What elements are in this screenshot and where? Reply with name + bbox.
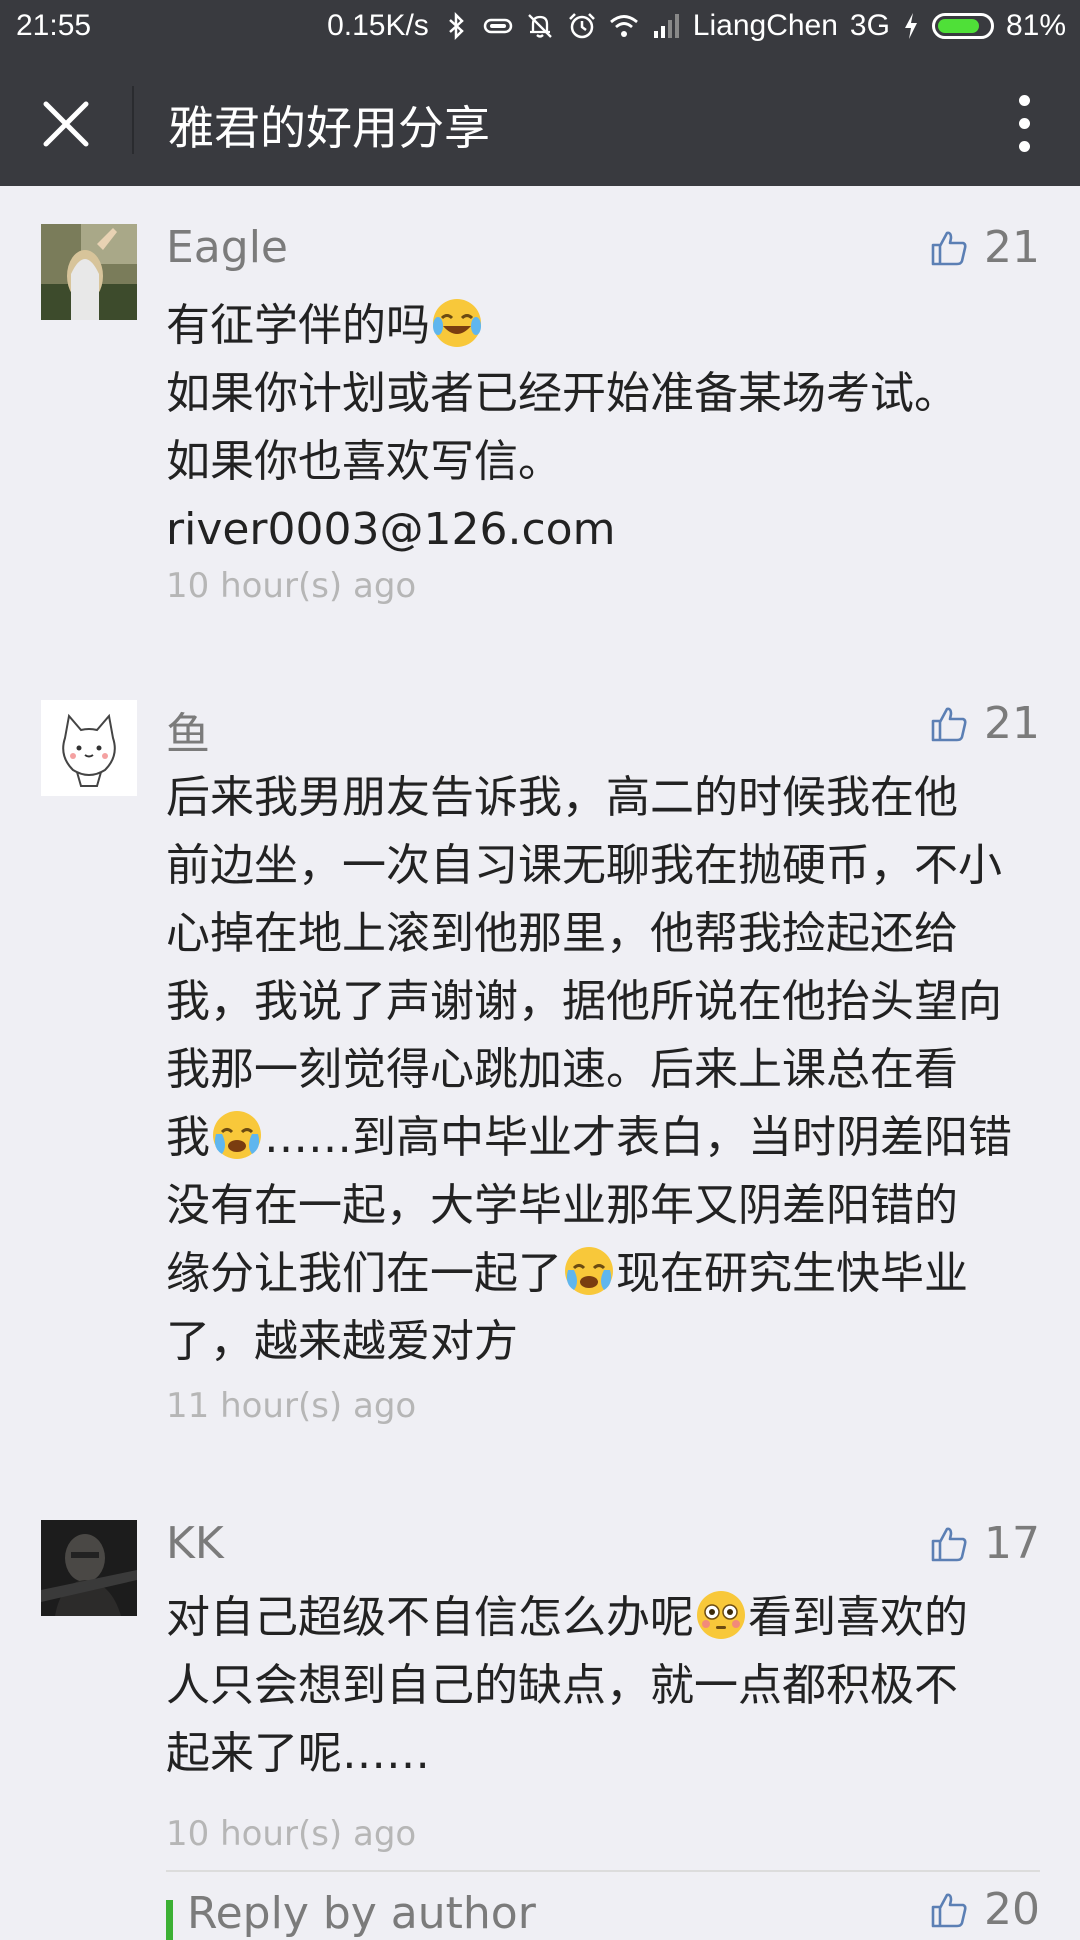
battery-icon [931, 13, 994, 39]
mute-notification-icon [527, 14, 552, 38]
thumbs-up-icon [931, 231, 967, 265]
bluetooth-icon [448, 11, 464, 41]
comment-time: 10 hour(s) ago [166, 1814, 417, 1854]
alarm-icon [568, 13, 595, 39]
avatar[interactable] [41, 224, 137, 320]
comment-line: 如果你计划或者已经开始准备某场考试。 [166, 368, 958, 419]
title-bar: 雅君的好用分享 [0, 54, 1080, 186]
comment-line: 心掉在地上滚到他那里，他帮我捡起还给 [166, 908, 958, 959]
page-title: 雅君的好用分享 [168, 101, 490, 155]
like-button[interactable]: 21 [930, 222, 1040, 273]
thumbs-up-icon [931, 1893, 967, 1927]
comment-line: 了，越来越爱对方 [166, 1316, 518, 1367]
vibrate-icon [483, 18, 513, 34]
like-button[interactable]: 21 [930, 698, 1040, 749]
network-speed: 0.15K/s [327, 9, 429, 42]
like-count: 17 [984, 1518, 1040, 1569]
comment-line: 人只会想到自己的缺点，就一点都积极不 [166, 1660, 958, 1711]
network-type: 3G [849, 9, 890, 42]
status-time: 21:55 [16, 9, 92, 42]
battery-percent: 81% [1005, 9, 1066, 42]
comment-line: 后来我男朋友告诉我，高二的时候我在他 [166, 772, 958, 823]
comment-text: 有征学伴的吗 如果你计划或者已经开始准备某场考试。 如果你也喜欢写信。 rive… [166, 292, 1046, 564]
status-bar: 21:55 0.15K/s LiangChen 3G 81% [0, 0, 1080, 54]
commenter-name: KK [166, 1518, 224, 1569]
comment-text: 后来我男朋友告诉我，高二的时候我在他 前边坐，一次自习课无聊我在抛硬币，不小 心… [166, 764, 1046, 1376]
comment-line: 缘分让我们在一起了 现在研究生快毕业 [166, 1240, 1046, 1308]
close-button[interactable] [36, 94, 96, 154]
comment-line: 对自己超级不自信怎么办呢 看到喜欢的 [166, 1584, 1046, 1652]
status-right: 0.15K/s LiangChen 3G 81% [327, 9, 1066, 43]
wifi-icon [609, 15, 638, 37]
reply-divider [166, 1870, 1040, 1872]
like-count: 21 [984, 698, 1040, 749]
tears-of-joy-emoji-icon [433, 299, 481, 347]
more-options-button[interactable] [1012, 90, 1036, 158]
comment-time: 10 hour(s) ago [166, 566, 417, 606]
avatar[interactable] [41, 700, 137, 796]
comment-line: 如果你也喜欢写信。 [166, 436, 562, 487]
commenter-name: Eagle [166, 222, 288, 273]
crying-face-emoji-icon [213, 1111, 261, 1159]
thumbs-up-icon [931, 707, 967, 741]
comment-line: 我 ……到高中毕业才表白，当时阴差阳错 [166, 1104, 1046, 1172]
signal-icon [653, 14, 679, 38]
thumbs-up-icon [931, 1527, 967, 1561]
flushed-face-emoji-icon [697, 1591, 745, 1639]
reply-accent-bar [166, 1900, 173, 1940]
comment-line: 没有在一起，大学毕业那年又阴差阳错的 [166, 1180, 958, 1231]
comment-line: river0003@126.com [166, 504, 616, 555]
comment-line: 起来了呢…… [166, 1728, 430, 1779]
comment-time: 11 hour(s) ago [166, 1386, 417, 1426]
like-button[interactable]: 17 [930, 1518, 1040, 1569]
like-count: 20 [984, 1884, 1040, 1935]
like-button[interactable]: 20 [930, 1884, 1040, 1935]
crying-face-emoji-icon [565, 1247, 613, 1295]
author-reply-header: Reply by author [166, 1888, 536, 1940]
reply-label: Reply by author [187, 1888, 536, 1939]
comment-line: 有征学伴的吗 [166, 292, 1046, 360]
like-count: 21 [984, 222, 1040, 273]
commenter-name: 鱼 [166, 709, 210, 760]
title-divider [132, 86, 134, 154]
comment-line: 前边坐，一次自习课无聊我在抛硬币，不小 [166, 840, 1002, 891]
avatar[interactable] [41, 1520, 137, 1616]
comment-line: 我，我说了声谢谢，据他所说在他抬头望向 [166, 976, 1002, 1027]
comment-line: 我那一刻觉得心跳加速。后来上课总在看 [166, 1044, 958, 1095]
carrier-name: LiangChen [692, 9, 838, 42]
comment-text: 对自己超级不自信怎么办呢 看到喜欢的 人只会想到自己的缺点，就一点都积极不 起来了… [166, 1584, 1046, 1788]
charging-icon [904, 13, 917, 39]
